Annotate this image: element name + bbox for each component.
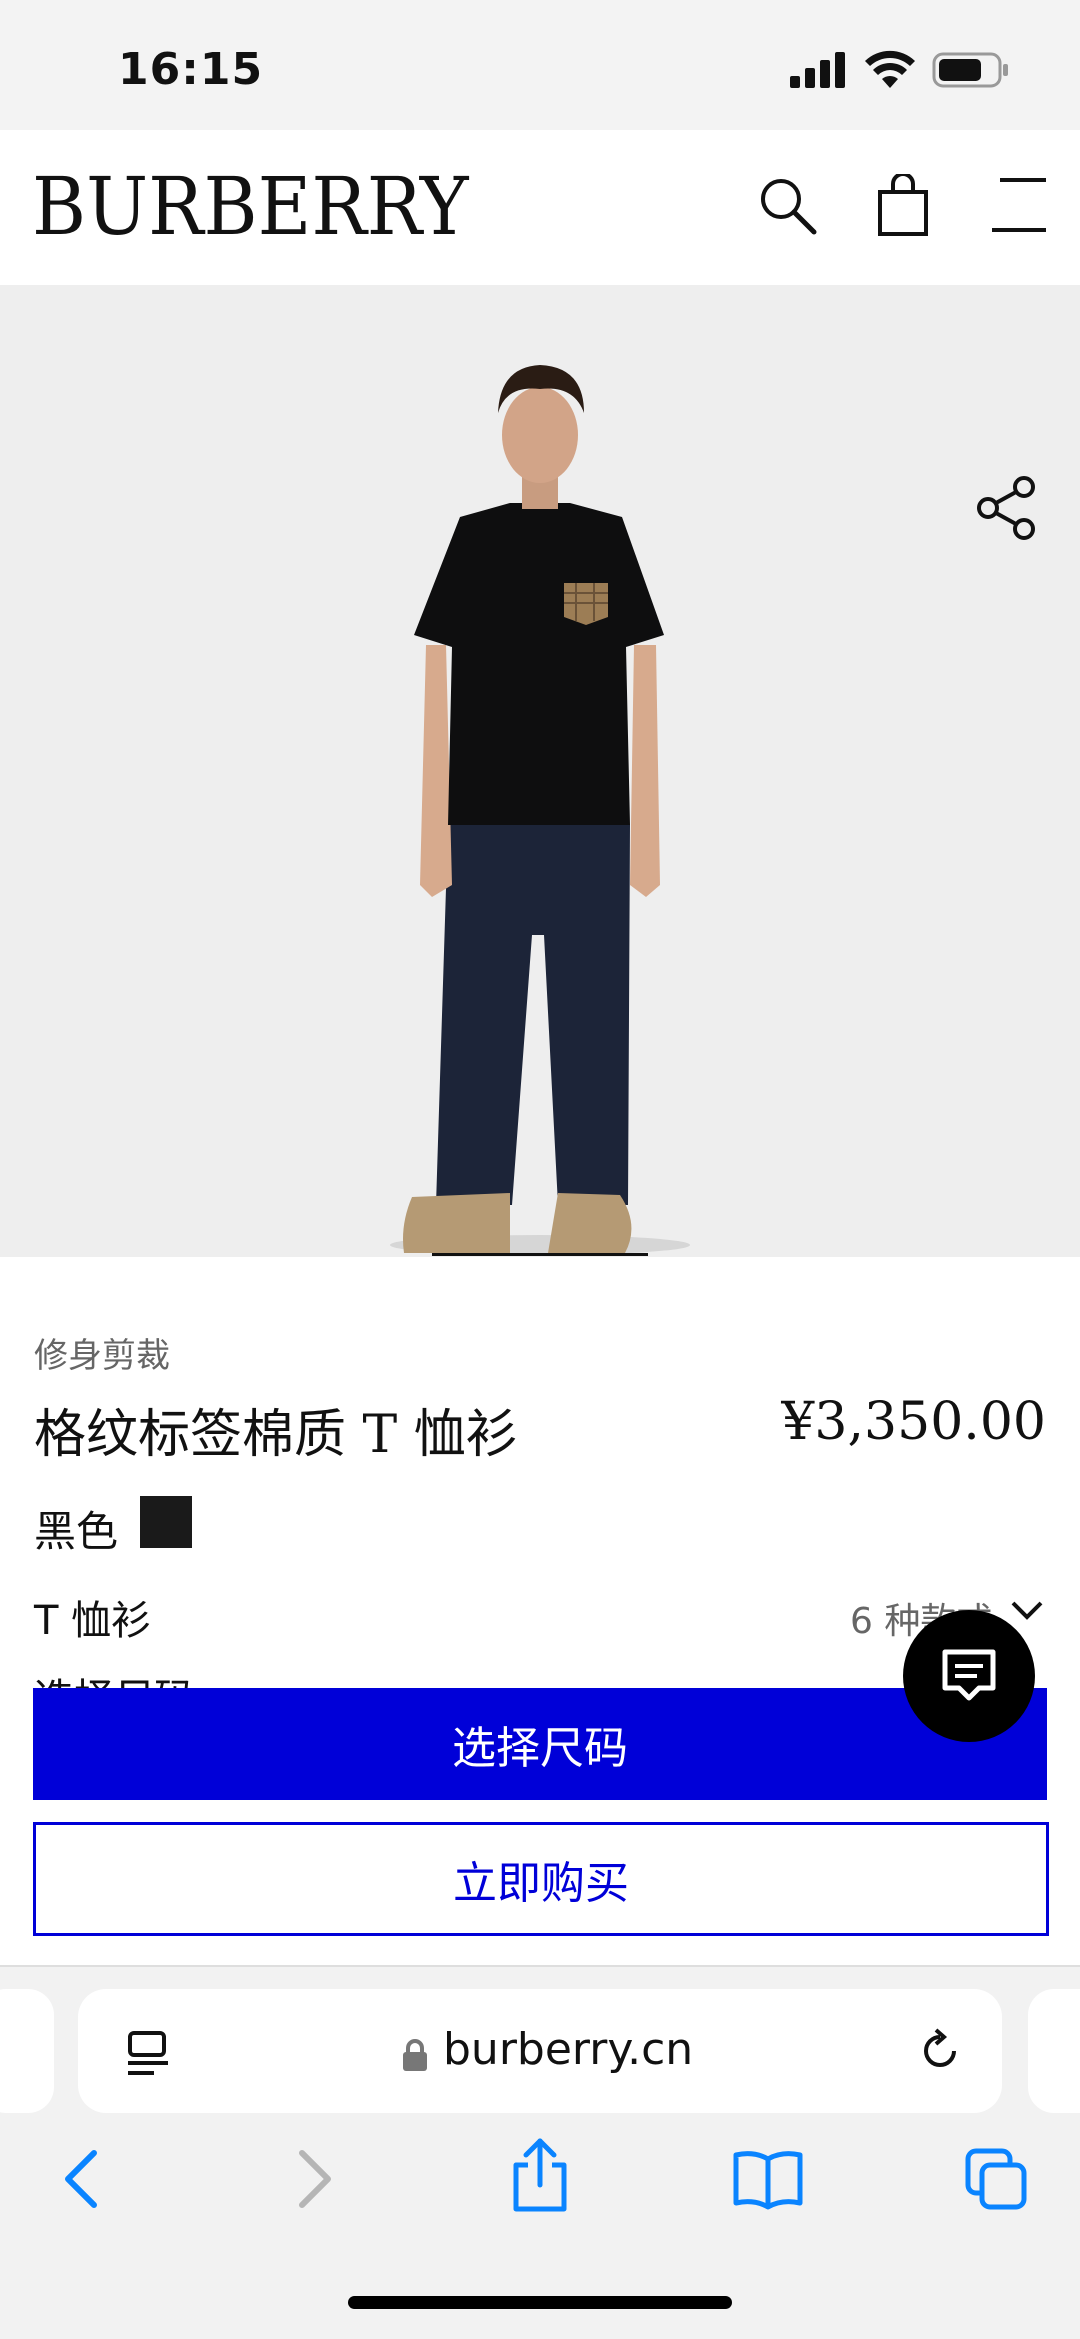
product-price: ¥3,350.00 <box>781 1392 1046 1452</box>
shopping-bag-icon[interactable] <box>876 174 932 238</box>
address-bar[interactable]: burberry.cn <box>78 1989 1002 2113</box>
select-size-button[interactable]: 选择尺码 <box>33 1688 1047 1800</box>
status-time: 16:15 <box>118 44 264 95</box>
browser-toolbar: burberry.cn <box>0 1965 1080 2339</box>
product-title: 格纹标签棉质 T 恤衫 <box>34 1405 518 1465</box>
battery-icon <box>932 52 1008 88</box>
lock-icon <box>403 2039 427 2071</box>
chat-button[interactable] <box>903 1610 1035 1742</box>
share-icon[interactable] <box>976 475 1038 541</box>
tabs-icon[interactable] <box>964 2147 1030 2213</box>
reload-icon[interactable] <box>916 2027 964 2075</box>
previous-tab-preview[interactable] <box>0 1989 54 2113</box>
search-icon[interactable] <box>756 174 820 238</box>
product-model-image <box>390 365 690 1255</box>
menu-icon[interactable] <box>990 174 1048 238</box>
burberry-logo[interactable]: BURBERRY <box>32 160 468 253</box>
buy-now-button[interactable]: 立即购买 <box>33 1822 1049 1936</box>
reader-mode-icon[interactable] <box>124 2029 172 2077</box>
url-text: burberry.cn <box>443 2024 694 2075</box>
size-label-partial: 选择尺码 <box>34 1666 194 1688</box>
share-sheet-icon[interactable] <box>508 2137 572 2213</box>
cellular-signal-icon <box>790 52 845 88</box>
next-tab-preview[interactable] <box>1028 1989 1080 2113</box>
color-swatch[interactable] <box>140 1496 192 1548</box>
status-bar: 16:15 <box>0 0 1080 130</box>
bookmarks-icon[interactable] <box>732 2147 804 2211</box>
product-image-carousel[interactable] <box>0 285 1080 1257</box>
carousel-indicator <box>432 1253 648 1256</box>
forward-icon[interactable] <box>290 2147 340 2211</box>
product-fit: 修身剪裁 <box>34 1336 170 1376</box>
wifi-icon <box>865 50 915 88</box>
back-icon[interactable] <box>56 2147 106 2211</box>
chevron-down-icon[interactable] <box>1010 1600 1044 1622</box>
product-category: T 恤衫 <box>34 1598 152 1644</box>
chat-icon <box>942 1649 996 1701</box>
color-name: 黑色 <box>34 1507 119 1556</box>
site-header: BURBERRY <box>0 130 1080 285</box>
home-indicator <box>348 2296 732 2309</box>
